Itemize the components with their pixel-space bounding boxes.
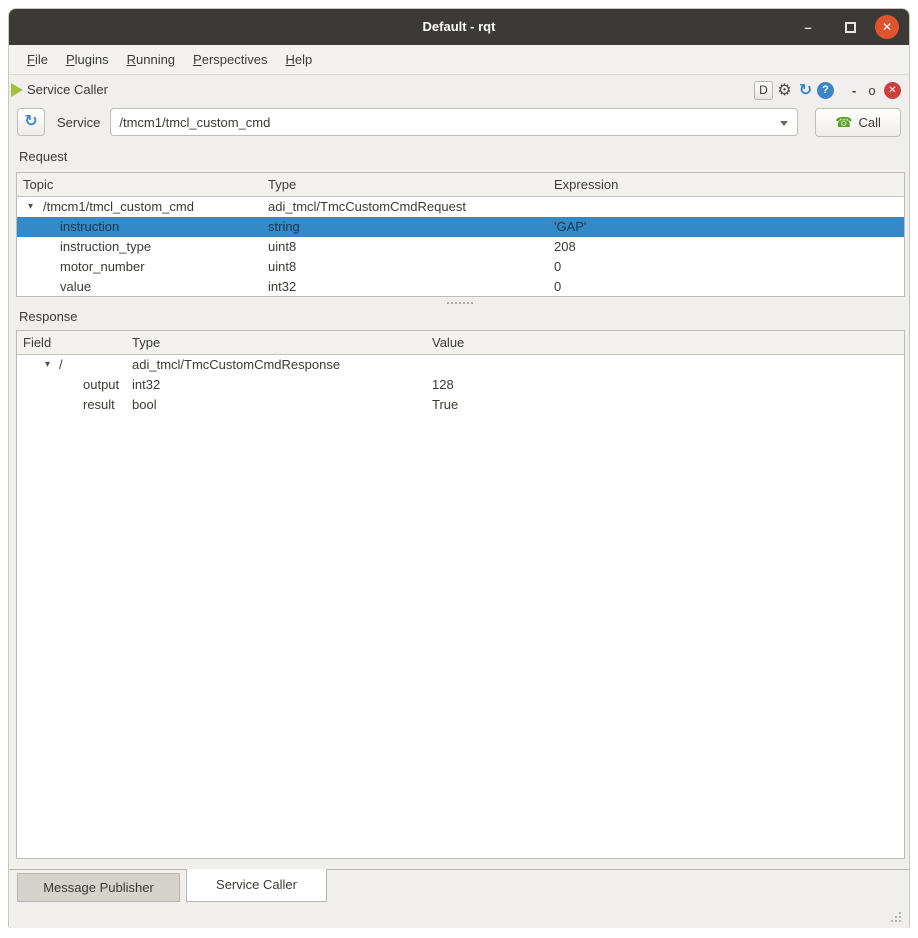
cell-type: int32 — [132, 375, 160, 395]
service-selector-row: ↻ Service ☎ Call — [17, 107, 901, 137]
cell-value: True — [432, 395, 458, 415]
column-header-field[interactable]: Field — [23, 331, 51, 354]
column-header-type[interactable]: Type — [132, 331, 160, 354]
window-titlebar[interactable]: Default - rqt – ✕ — [9, 9, 909, 45]
refresh-icon: ↻ — [24, 114, 37, 130]
request-table: Topic Type Expression ▾ /tmcm1/tmcl_cust… — [16, 172, 905, 297]
cell-expression[interactable]: 0 — [554, 257, 561, 277]
cell-field: output — [83, 375, 119, 395]
window-minimize-button[interactable]: – — [787, 20, 829, 35]
request-row-value[interactable]: value int32 0 — [17, 277, 904, 297]
tab-service-caller[interactable]: Service Caller — [186, 869, 327, 902]
help-icon[interactable]: ? — [817, 82, 834, 99]
reload-plugin-icon[interactable]: ↻ — [796, 80, 815, 100]
menu-file[interactable]: File — [18, 48, 57, 71]
window-title: Default - rqt — [9, 9, 909, 45]
cell-type: uint8 — [268, 237, 296, 257]
cell-expression[interactable]: 0 — [554, 277, 561, 297]
cell-expression[interactable]: 'GAP' — [554, 217, 586, 237]
tab-message-publisher[interactable]: Message Publisher — [17, 873, 180, 902]
cell-type: uint8 — [268, 257, 296, 277]
tab-bar-line — [9, 869, 909, 870]
dock-d-button[interactable]: D — [754, 81, 773, 100]
rqt-window: Default - rqt – ✕ File Plugins Running P… — [8, 8, 910, 928]
call-button[interactable]: ☎ Call — [815, 108, 901, 137]
column-header-topic[interactable]: Topic — [23, 173, 53, 196]
request-root-type: adi_tmcl/TmcCustomCmdRequest — [268, 197, 466, 217]
cell-topic: value — [60, 277, 91, 297]
splitter-grip-icon — [459, 302, 461, 304]
menu-bar: File Plugins Running Perspectives Help — [9, 45, 909, 75]
response-root-field: / — [59, 355, 63, 375]
dock-close-button[interactable]: ✕ — [884, 82, 901, 99]
dock-minimize-button[interactable]: - — [846, 83, 862, 98]
menu-running[interactable]: Running — [118, 48, 184, 71]
cell-value: 128 — [432, 375, 454, 395]
cell-type: bool — [132, 395, 157, 415]
request-row-instruction-type[interactable]: instruction_type uint8 208 — [17, 237, 904, 257]
chevron-down-icon[interactable] — [780, 121, 788, 126]
dock-float-button[interactable]: o — [864, 83, 880, 98]
response-table: Field Type Value ▾ / adi_tmcl/TmcCustomC… — [16, 330, 905, 859]
dock-buttons: D ⚙ ↻ ? - o ✕ — [754, 76, 901, 104]
request-row-instruction[interactable]: instruction string 'GAP' — [17, 217, 904, 237]
window-controls: – ✕ — [787, 9, 905, 45]
response-root-type: adi_tmcl/TmcCustomCmdResponse — [132, 355, 340, 375]
response-root-row[interactable]: ▾ / adi_tmcl/TmcCustomCmdResponse — [17, 355, 904, 375]
cell-topic: instruction — [60, 217, 119, 237]
request-section-label: Request — [19, 149, 67, 164]
plugin-run-icon — [11, 83, 23, 97]
status-bar — [9, 902, 909, 928]
resize-grip-icon[interactable] — [899, 920, 901, 922]
request-root-row[interactable]: ▾ /tmcm1/tmcl_custom_cmd adi_tmcl/TmcCus… — [17, 197, 904, 217]
tree-expanded-icon[interactable]: ▾ — [28, 197, 33, 217]
request-row-motor-number[interactable]: motor_number uint8 0 — [17, 257, 904, 277]
window-close-button[interactable]: ✕ — [875, 15, 899, 39]
column-header-type[interactable]: Type — [268, 173, 296, 196]
response-table-header: Field Type Value — [17, 331, 904, 355]
service-label: Service — [57, 115, 100, 130]
service-combobox[interactable] — [110, 108, 798, 136]
request-root-topic: /tmcm1/tmcl_custom_cmd — [43, 197, 194, 217]
cell-type: string — [268, 217, 300, 237]
column-header-value[interactable]: Value — [432, 331, 464, 354]
response-row-result[interactable]: result bool True — [17, 395, 904, 415]
maximize-icon — [845, 22, 856, 33]
splitter-handle[interactable] — [9, 300, 909, 306]
refresh-services-button[interactable]: ↻ — [17, 108, 45, 136]
tree-expanded-icon[interactable]: ▾ — [45, 355, 50, 375]
window-maximize-button[interactable] — [829, 22, 871, 33]
menu-perspectives[interactable]: Perspectives — [184, 48, 276, 71]
menu-plugins[interactable]: Plugins — [57, 48, 118, 71]
cell-topic: instruction_type — [60, 237, 151, 257]
plugin-title: Service Caller — [27, 76, 108, 104]
phone-icon: ☎ — [835, 115, 852, 129]
cell-field: result — [83, 395, 115, 415]
plugin-titlebar: Service Caller D ⚙ ↻ ? - o ✕ — [17, 76, 901, 104]
menu-help[interactable]: Help — [276, 48, 321, 71]
call-button-label: Call — [859, 115, 881, 130]
request-table-header: Topic Type Expression — [17, 173, 904, 197]
cell-type: int32 — [268, 277, 296, 297]
column-header-expression[interactable]: Expression — [554, 173, 618, 196]
cell-expression[interactable]: 208 — [554, 237, 576, 257]
response-row-output[interactable]: output int32 128 — [17, 375, 904, 395]
response-section-label: Response — [19, 309, 78, 324]
cell-topic: motor_number — [60, 257, 145, 277]
service-input[interactable] — [119, 110, 771, 134]
gear-icon[interactable]: ⚙ — [775, 81, 794, 100]
